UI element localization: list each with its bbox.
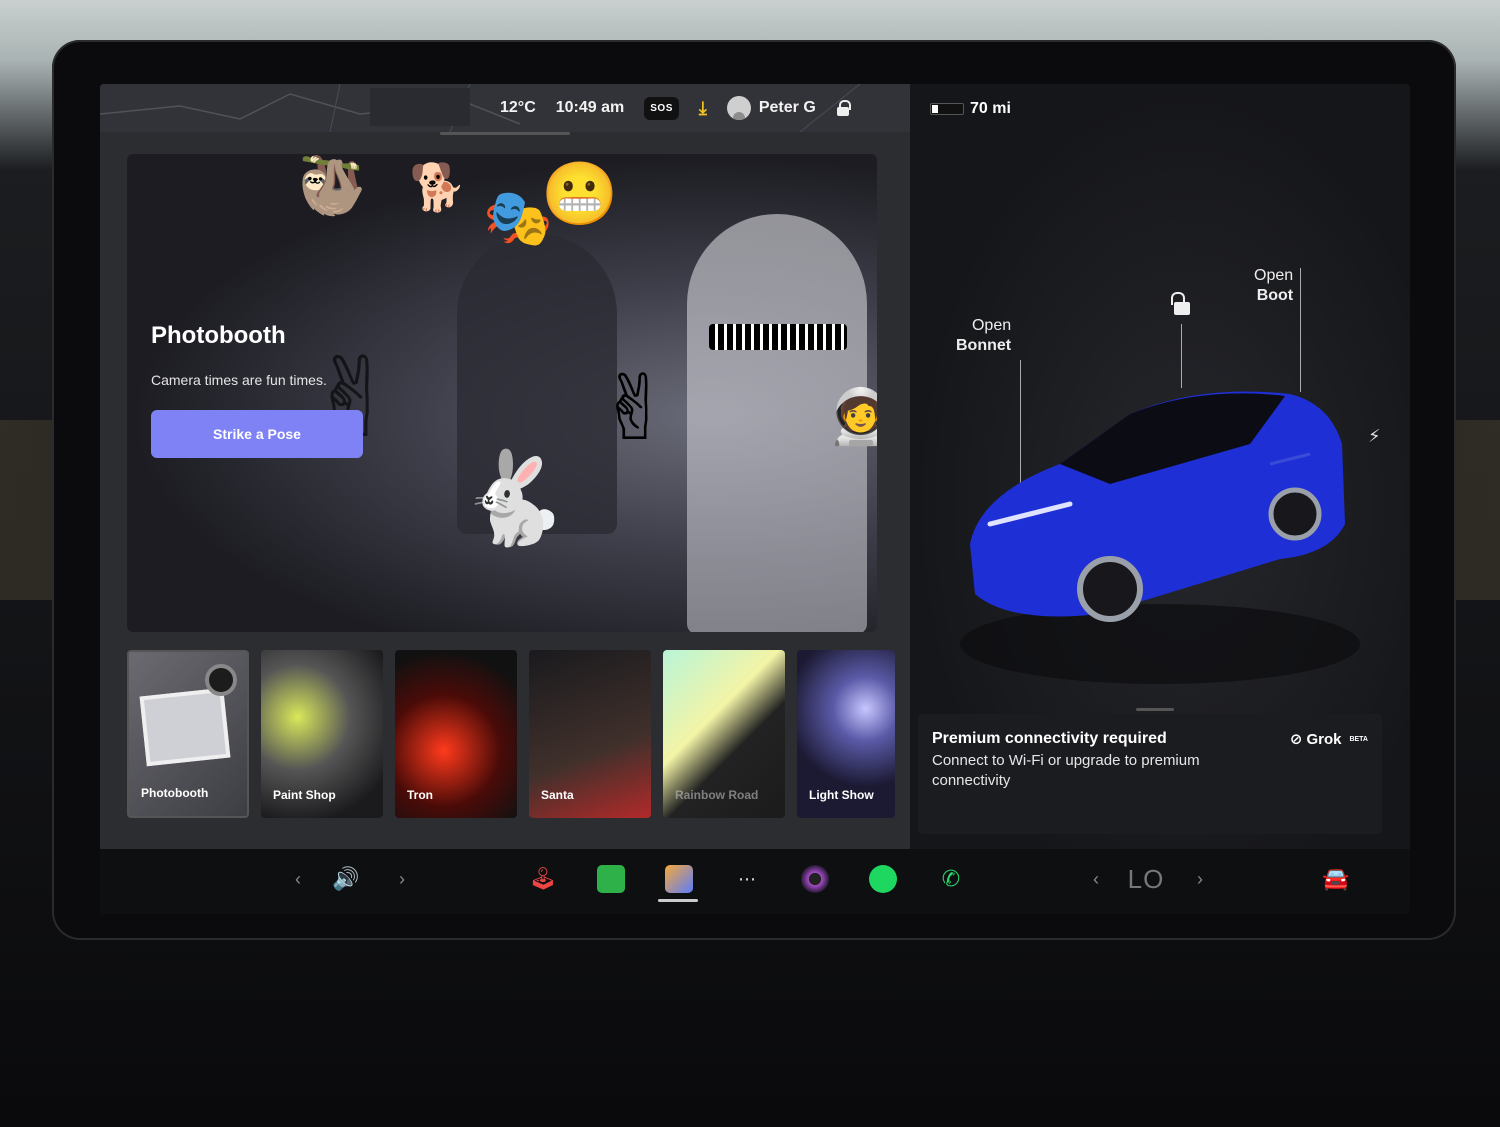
card-drag-handle[interactable] (1136, 708, 1174, 711)
status-bar: 12°C 10:49 am SOS ⤓ Peter G (500, 92, 851, 124)
grok-logo: ⊘ Grok BETA (1289, 730, 1368, 749)
avatar (726, 96, 751, 120)
app-tile-label: Santa (541, 788, 574, 802)
camera-lens-icon (205, 664, 237, 696)
app-tile-label: Light Show (809, 788, 874, 802)
volume-up-chevron-icon[interactable]: › (392, 863, 412, 895)
battery-indicator[interactable]: 70 mi (930, 100, 1011, 118)
panel-drag-handle[interactable] (440, 132, 570, 135)
app-tile-santa[interactable]: Santa (529, 650, 651, 818)
sos-button[interactable]: SOS (644, 96, 679, 120)
app-tile-label: Rainbow Road (675, 788, 759, 802)
pixel-sunglasses-sticker-icon (709, 324, 847, 350)
download-icon[interactable]: ⤓ (699, 98, 707, 119)
app-tile-photobooth[interactable]: Photobooth (127, 650, 249, 818)
toybox-icon[interactable] (664, 863, 694, 895)
volume-icon[interactable]: 🔊 (326, 863, 366, 895)
app-carousel: Photobooth Paint Shop Tron Santa Rainbow… (127, 650, 927, 820)
volume-down-chevron-icon[interactable]: ‹ (288, 863, 308, 895)
app-tile-label: Paint Shop (273, 788, 336, 802)
more-icon[interactable]: ⋯ (732, 863, 762, 895)
connectivity-notice-card[interactable]: Premium connectivity required Connect to… (918, 708, 1382, 834)
battery-range: 70 mi (970, 100, 1011, 117)
strike-a-pose-button[interactable]: Strike a Pose (151, 410, 363, 458)
bonnet-label-line1: Open (971, 317, 1012, 334)
charge-port-icon[interactable]: ⚡ (1368, 426, 1381, 447)
joystick-icon[interactable]: 🕹 (528, 863, 558, 895)
spotify-icon[interactable] (868, 863, 898, 895)
touchscreen: 12°C 10:49 am SOS ⤓ Peter G 🦥 🐕 🎭 😬 ✌ ✌ … (100, 84, 1410, 914)
boot-label-line1: Open (1254, 267, 1294, 284)
lock-icon[interactable] (836, 100, 851, 116)
hero-subtitle: Camera times are fun times. (151, 372, 327, 388)
climate-temperature[interactable]: LO (1124, 863, 1168, 895)
sloth-sticker-icon: 🦥 (297, 154, 367, 217)
active-app-indicator (658, 899, 698, 902)
beta-badge: BETA (1349, 735, 1368, 743)
app-tile-label: Photobooth (141, 786, 209, 800)
vehicle-panel: 70 mi Open Bonnet Open Boot ⚡ Premium co… (910, 84, 1410, 849)
astronaut-sticker-icon: 🧑‍🚀 (827, 387, 877, 447)
phone-icon[interactable]: ✆ (936, 863, 966, 895)
bottom-dock: ‹ 🔊 › 🕹 ⋯ ✆ ‹ LO › 🚘 (100, 849, 1410, 914)
photo-frame-icon (139, 687, 231, 767)
temp-down-chevron-icon[interactable]: ‹ (1086, 863, 1106, 895)
app-tile-tron[interactable]: Tron (395, 650, 517, 818)
bonnet-label-line2: Bonnet (956, 337, 1012, 354)
grok-brand-text: Grok (1306, 730, 1342, 748)
grimace-emoji-icon: 😬 (541, 160, 619, 229)
car-icon[interactable]: 🚘 (1318, 863, 1354, 895)
app-tile-paint-shop[interactable]: Paint Shop (261, 650, 383, 818)
peace-hand-sticker-icon: ✌ (597, 359, 673, 459)
grok-icon: ⊘ (1289, 731, 1303, 748)
unlock-icon[interactable] (1172, 292, 1192, 316)
outside-temperature: 12°C (500, 99, 536, 116)
app-tile-rainbow-road[interactable]: Rainbow Road (663, 650, 785, 818)
hero-title: Photobooth (151, 322, 286, 349)
app-tile-label: Tron (407, 788, 433, 802)
boot-label-line2: Boot (1256, 287, 1294, 304)
open-boot-button[interactable]: Open Boot (1254, 266, 1293, 306)
notice-body: Connect to Wi-Fi or upgrade to premium c… (932, 752, 1200, 789)
open-bonnet-button[interactable]: Open Bonnet (956, 316, 1011, 356)
camera-app-icon[interactable] (800, 863, 830, 895)
photobooth-hero: 🦥 🐕 🎭 😬 ✌ ✌ 🐇 🧑‍🚀 Photobooth Camera time… (127, 154, 877, 632)
balloon-bunny-sticker-icon: 🐇 (457, 449, 570, 549)
battery-icon (930, 103, 964, 115)
temp-up-chevron-icon[interactable]: › (1190, 863, 1210, 895)
clock: 10:49 am (555, 99, 625, 116)
dog-sticker-icon: 🐕 (409, 161, 467, 213)
driver-profile-button[interactable]: Peter G (726, 96, 816, 120)
app-tile-light-show[interactable]: Light Show (797, 650, 895, 818)
vehicle-model (960, 391, 1360, 684)
chart-app-icon[interactable] (596, 863, 626, 895)
app-panel: 12°C 10:49 am SOS ⤓ Peter G 🦥 🐕 🎭 😬 ✌ ✌ … (100, 84, 910, 849)
driver-name: Peter G (758, 99, 816, 116)
